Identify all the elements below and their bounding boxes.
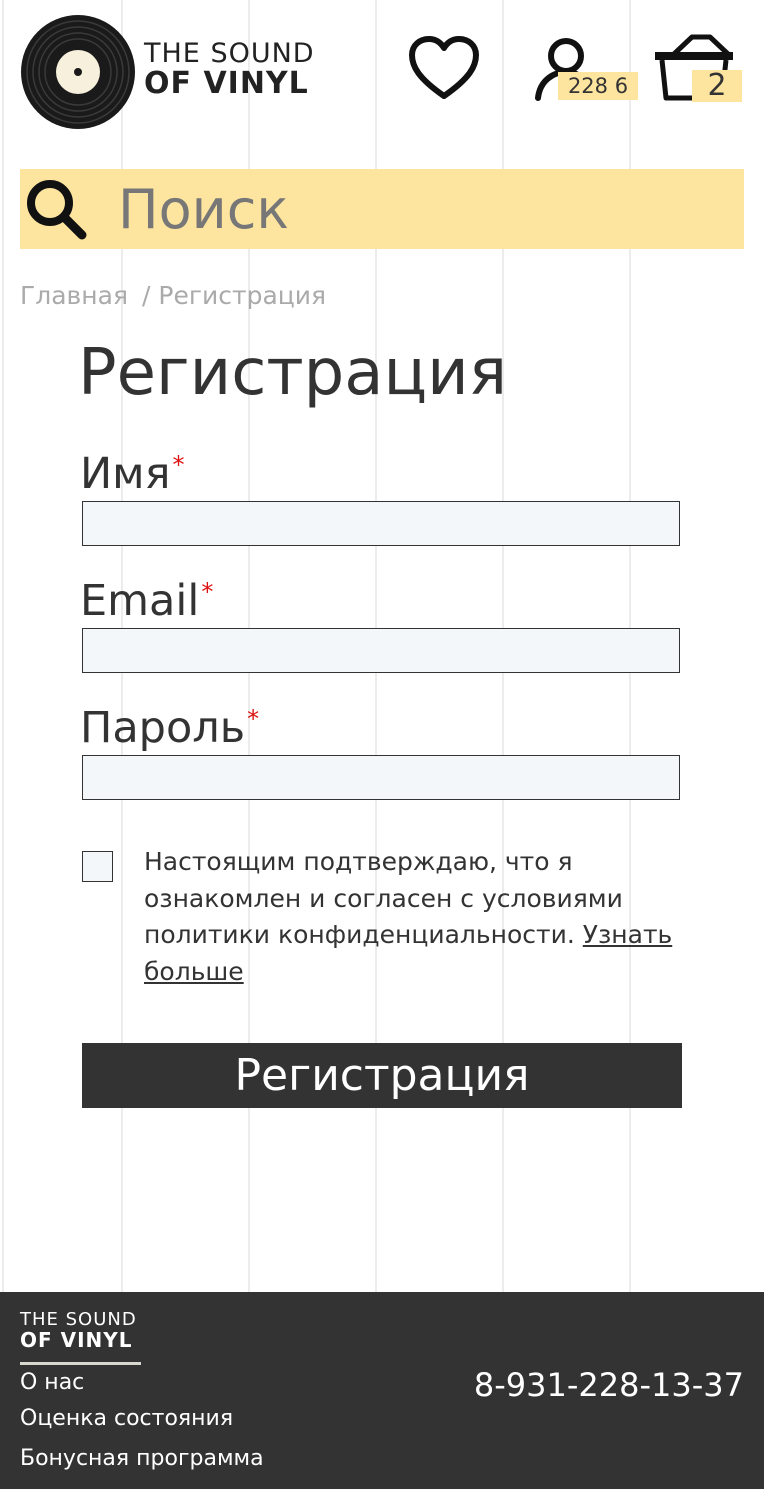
footer-logo[interactable]: THE SOUND OF VINYL	[20, 1309, 137, 1352]
footer-brand-line1: THE SOUND	[20, 1309, 137, 1330]
footer-phone[interactable]: 8-931-228-13-37	[474, 1366, 744, 1404]
account-badge: 228 6	[558, 72, 638, 100]
footer-logo-divider	[20, 1362, 141, 1365]
email-label: Email*	[80, 580, 213, 623]
consent-checkbox[interactable]	[82, 851, 113, 882]
search-input[interactable]	[118, 169, 728, 249]
footer-link-condition[interactable]: Оценка состояния	[20, 1406, 233, 1431]
search-bar	[20, 169, 744, 249]
page-title: Регистрация	[78, 336, 508, 410]
register-button[interactable]: Регистрация	[82, 1043, 682, 1108]
cart-button[interactable]: 2	[652, 32, 744, 102]
required-mark: *	[247, 705, 260, 733]
favorites-button[interactable]	[408, 36, 480, 102]
brand-line1: THE SOUND	[144, 38, 315, 69]
consent-text-body: Настоящим подтверждаю, что я ознакомлен …	[144, 847, 623, 949]
consent-text: Настоящим подтверждаю, что я ознакомлен …	[144, 844, 704, 990]
required-mark: *	[172, 451, 185, 479]
footer-link-bonus[interactable]: Бонусная программа	[20, 1446, 264, 1471]
vinyl-record-logo	[21, 15, 135, 129]
breadcrumb-current: Регистрация	[158, 281, 327, 310]
password-label-text: Пароль	[80, 703, 246, 753]
password-label: Пароль*	[80, 707, 259, 750]
breadcrumb-separator: /	[141, 281, 151, 310]
email-label-text: Email	[80, 576, 200, 626]
name-label: Имя*	[80, 453, 184, 496]
name-label-text: Имя	[80, 449, 171, 499]
cart-badge: 2	[692, 70, 742, 102]
search-icon[interactable]	[24, 177, 88, 241]
brand-name: THE SOUND OF VINYL	[144, 40, 315, 99]
password-field[interactable]	[82, 755, 680, 800]
footer-brand-line2: OF VINYL	[20, 1328, 133, 1352]
account-button[interactable]: 228 6	[532, 36, 640, 104]
breadcrumb-home-link[interactable]: Главная	[20, 281, 128, 310]
brand-line2: OF VINYL	[144, 66, 309, 101]
footer-link-about[interactable]: О нас	[20, 1370, 84, 1395]
name-field[interactable]	[82, 501, 680, 546]
grid-line	[2, 0, 4, 1292]
home-logo-link[interactable]: THE SOUND OF VINYL	[20, 14, 330, 130]
email-field[interactable]	[82, 628, 680, 673]
breadcrumb: Главная / Регистрация	[20, 281, 326, 310]
required-mark: *	[201, 578, 214, 606]
heart-icon	[409, 36, 479, 99]
